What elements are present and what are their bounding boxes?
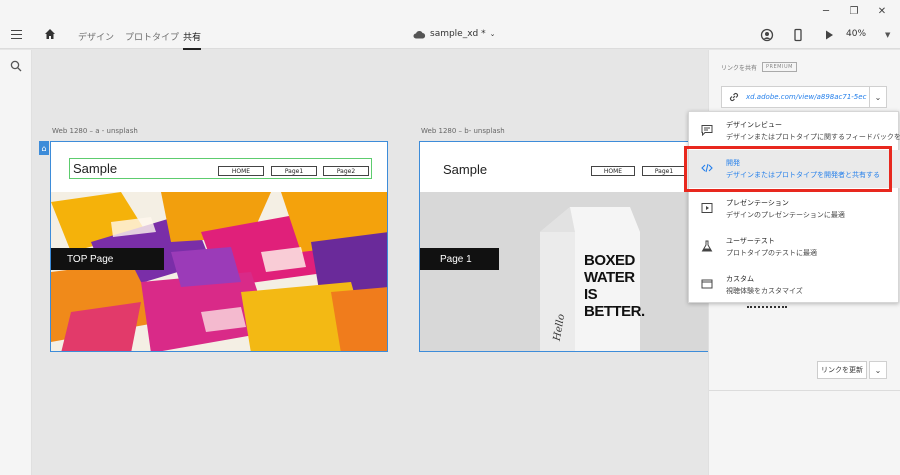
home-icon[interactable] [44,28,56,40]
separator-dots [747,306,787,308]
play-icon[interactable] [822,28,836,42]
paint-hero-image [51,192,387,351]
nav-home: HOME [218,166,264,176]
chevron-down-icon: ⌄ [489,30,496,38]
premium-badge: PREMIUM [762,62,797,72]
comment-icon [701,125,713,136]
design-canvas[interactable]: Web 1280 – a - unsplash ⌂ Sample HOME Pa… [32,50,708,475]
window-icon [701,279,713,289]
menu-item-design-review[interactable]: デザインレビュー デザインまたはプロトタイプに関するフィードバックを得る [689,112,900,150]
carton-text: BOXED WATER IS BETTER. [584,252,645,320]
menu-item-custom[interactable]: カスタム 視聴体験をカスタマイズ [689,266,900,304]
zoom-chevron-icon[interactable]: ▼ [885,31,890,39]
share-link-url: xd.adobe.com/view/a898ac71-5ec [746,93,867,101]
share-link-field[interactable]: xd.adobe.com/view/a898ac71-5ec [721,86,870,108]
menu-icon[interactable] [11,30,22,39]
nav-page1: Page1 [271,166,317,176]
tab-prototype[interactable]: プロトタイプ [125,30,179,43]
hero-label: Page 1 [420,248,499,270]
close-icon[interactable]: ✕ [868,0,896,22]
document-name[interactable]: sample_xd * ⌄ [413,29,496,39]
zoom-level[interactable]: 40% [846,29,866,39]
nav-home: HOME [591,166,635,176]
share-link-heading: リンクを共有 PREMIUM [721,62,797,72]
share-mode-dropdown-button[interactable]: ⌄ [869,86,887,108]
artboard-label-b[interactable]: Web 1280 – b- unsplash [421,127,505,135]
menu-item-presentation[interactable]: プレゼンテーション デザインのプレゼンテーションに最適 [689,190,900,228]
flask-icon [701,240,713,252]
link-icon [729,92,739,102]
nav-page2: Page2 [323,166,369,176]
artboard-a[interactable]: Sample HOME Page1 Page2 TOP Page [50,141,388,352]
play-box-icon [701,203,713,213]
artboard-label-a[interactable]: Web 1280 – a - unsplash [52,127,138,135]
user-share-icon[interactable] [760,28,774,42]
update-link-button[interactable]: リンクを更新 [817,361,867,379]
window-title-bar: ─ ❐ ✕ [0,0,900,22]
search-icon[interactable] [10,60,22,72]
hero-label: TOP Page [51,248,164,270]
mobile-preview-icon[interactable] [791,28,805,42]
site-title: Sample [443,162,488,177]
left-toolbar [0,50,32,475]
restore-icon[interactable]: ❐ [840,0,868,22]
update-options-chevron[interactable]: ⌄ [869,361,887,379]
artboard-b[interactable]: Sample HOME Page1 BOXED WATER IS BETTER.… [419,141,708,352]
nav-page1: Page1 [642,166,686,176]
panel-divider [709,390,900,391]
cloud-icon [413,30,426,38]
document-title: sample_xd * [430,29,486,39]
tab-design[interactable]: デザイン [78,30,114,43]
highlight-box [684,146,892,192]
home-artboard-badge: ⌂ [39,141,49,155]
menu-item-user-testing[interactable]: ユーザーテスト プロトタイプのテストに最適 [689,228,900,266]
tab-share[interactable]: 共有 [183,30,202,50]
app-header: デザイン プロトタイプ 共有 sample_xd * ⌄ 40% ▼ [0,22,900,50]
minimize-icon[interactable]: ─ [812,0,840,22]
share-mode-menu: デザインレビュー デザインまたはプロトタイプに関するフィードバックを得る 開発 … [688,111,900,304]
site-title: Sample [73,161,118,176]
